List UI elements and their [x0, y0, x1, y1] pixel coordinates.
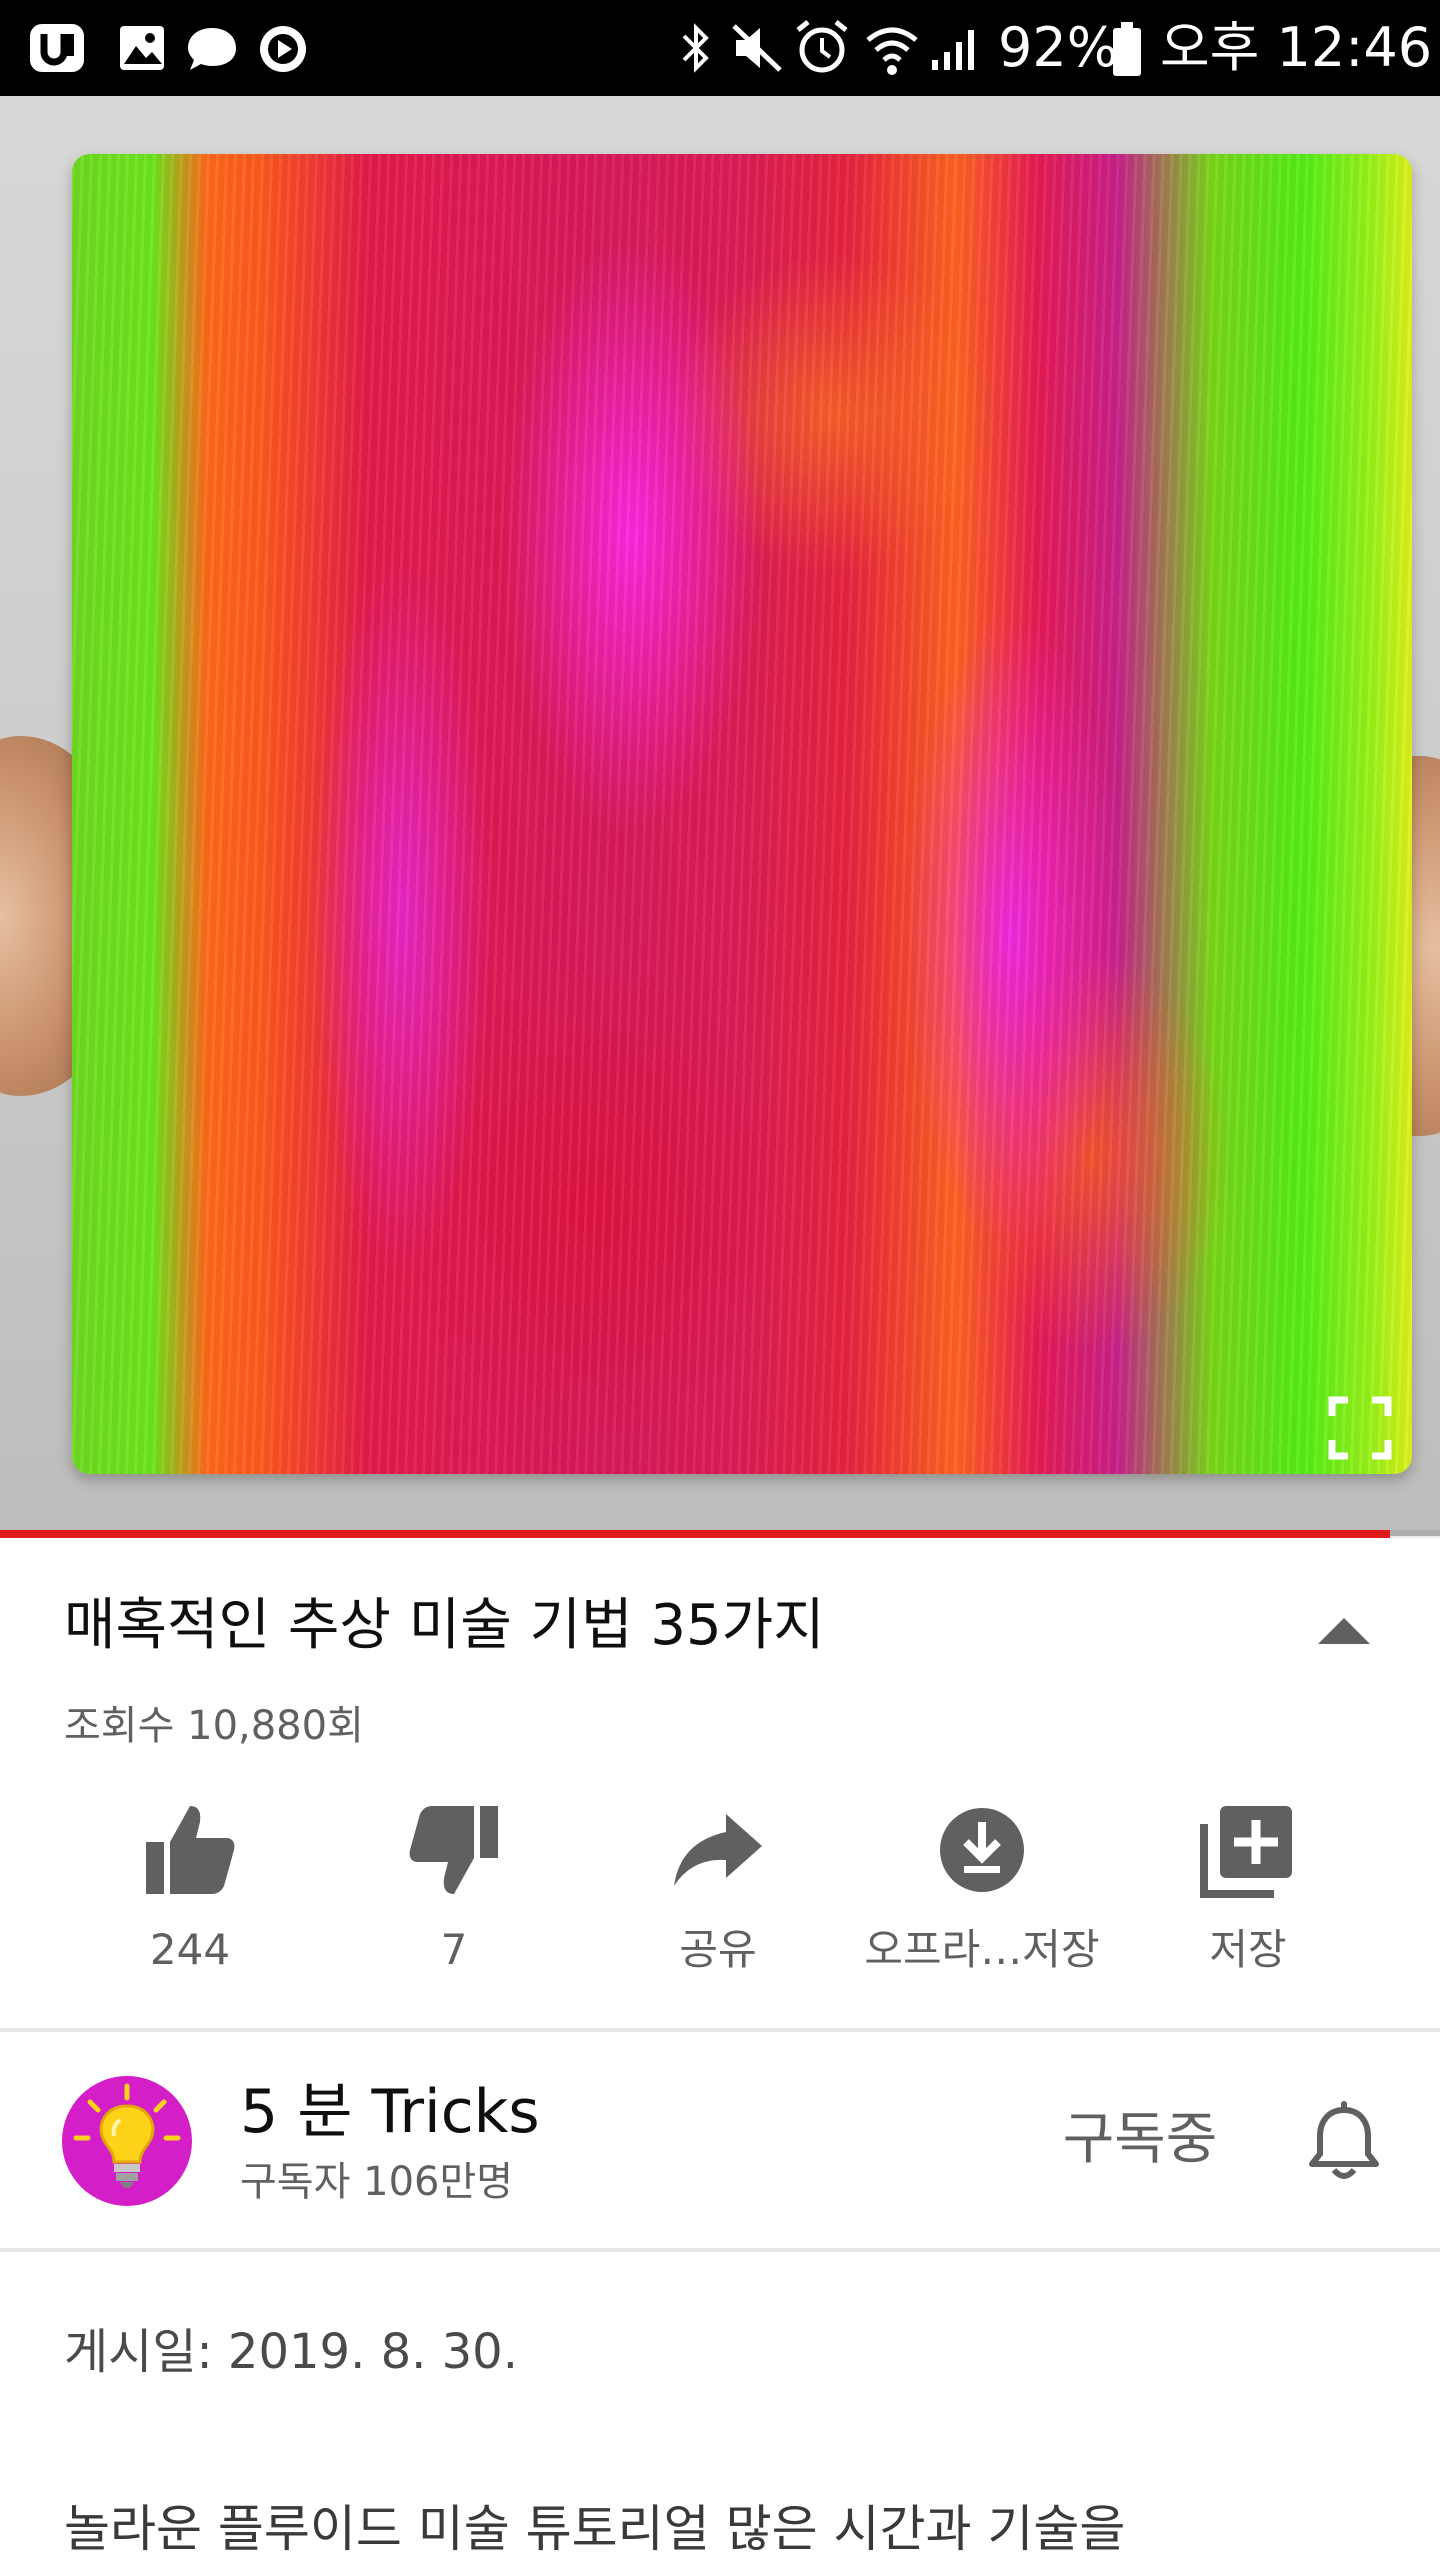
- gallery-icon: [120, 26, 164, 70]
- thumb-down-icon: [409, 1806, 498, 1894]
- download-icon: [940, 1808, 1024, 1892]
- collapse-description-icon[interactable]: [1312, 1610, 1376, 1650]
- video-player[interactable]: [0, 96, 1440, 1536]
- save-to-playlist-button[interactable]: 저장: [1116, 1800, 1380, 1990]
- notification-bell-icon[interactable]: [1304, 2098, 1384, 2182]
- save-label: 저장: [1209, 1925, 1287, 1974]
- video-frame-painting: [72, 154, 1412, 1474]
- alarm-icon: [796, 20, 848, 73]
- mute-icon: [732, 24, 782, 72]
- channel-name[interactable]: 5 분 Tricks: [240, 2072, 540, 2152]
- share-arrow-icon: [674, 1814, 762, 1886]
- channel-avatar[interactable]: [62, 2076, 192, 2206]
- clock: 오후 12:46: [1160, 16, 1433, 79]
- app-u-icon: [30, 24, 84, 72]
- divider: [0, 2028, 1440, 2032]
- dislike-button[interactable]: 7: [322, 1800, 586, 1990]
- view-count: 조회수 10,880회: [64, 1703, 364, 1749]
- publish-date: 게시일: 2019. 8. 30.: [64, 2324, 518, 2380]
- like-button[interactable]: 244: [58, 1800, 322, 1990]
- status-bar: 92% 오후 12:46: [0, 0, 1440, 96]
- offline-save-button[interactable]: 오프라…저장: [850, 1800, 1114, 1990]
- video-progress-fill: [0, 1530, 1390, 1538]
- wifi-icon: [866, 27, 918, 75]
- battery-percent: 92%: [998, 16, 1119, 79]
- like-count: 244: [149, 1925, 231, 1974]
- subscribed-button[interactable]: 구독중: [1020, 2100, 1260, 2180]
- lightbulb-icon: [73, 2083, 181, 2188]
- video-title: 매혹적인 추상 미술 기법 35가지: [64, 1593, 825, 1658]
- share-label: 공유: [679, 1925, 757, 1974]
- chat-bubble-icon: [188, 28, 236, 70]
- add-to-playlist-icon: [1200, 1806, 1292, 1898]
- share-button[interactable]: 공유: [586, 1800, 850, 1990]
- signal-icon: [932, 30, 974, 70]
- battery-icon: [1113, 22, 1141, 76]
- description-text: 놀라운 플루이드 미술 튜토리얼 많은 시간과 기술을: [64, 2500, 1126, 2558]
- bluetooth-icon: [682, 23, 709, 73]
- play-circle-icon: [260, 26, 306, 72]
- fullscreen-icon[interactable]: [1328, 1396, 1392, 1460]
- dislike-count: 7: [440, 1925, 468, 1974]
- offline-save-label: 오프라…저장: [864, 1925, 1100, 1974]
- divider: [0, 2248, 1440, 2252]
- video-progress-bar[interactable]: [0, 1530, 1440, 1538]
- thumb-up-icon: [146, 1806, 235, 1894]
- subscriber-count: 구독자 106만명: [240, 2159, 514, 2205]
